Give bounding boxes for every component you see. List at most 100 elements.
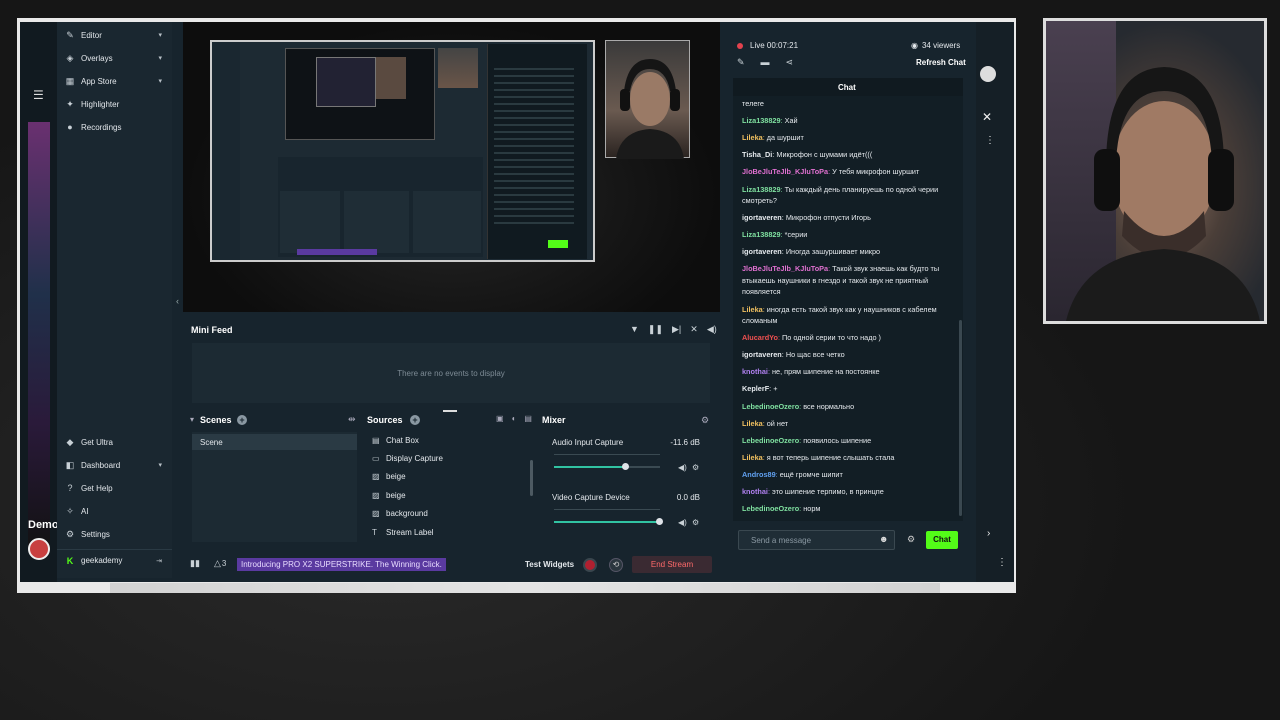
pause-icon[interactable]: ❚❚ xyxy=(648,324,663,335)
sidebar-item-dashboard[interactable]: ◧ Dashboard ▾ xyxy=(57,454,172,476)
menu-icon[interactable]: ☰ xyxy=(33,88,44,102)
chat-username[interactable]: Lileka xyxy=(742,133,763,142)
promo-banner[interactable]: Introducing PRO X2 SUPERSTRIKE. The Winn… xyxy=(237,558,446,571)
scene-item[interactable]: Scene xyxy=(192,434,357,450)
source-item[interactable]: ▤ Chat Box xyxy=(372,434,522,446)
more-icon[interactable]: ⋮ xyxy=(985,135,995,146)
sidebar-item-recordings[interactable]: ● Recordings xyxy=(57,116,172,138)
chat-username[interactable]: AlucardYo xyxy=(742,333,778,342)
chat-username[interactable]: Lileka xyxy=(742,419,763,428)
chat-username[interactable]: JloBeJluTeJlb_KJluToPa xyxy=(742,167,828,176)
sidebar-item-get-help[interactable]: ? Get Help xyxy=(57,477,172,499)
chat-username[interactable]: knothai xyxy=(742,487,768,496)
avatar[interactable] xyxy=(28,538,50,560)
chat-username[interactable]: LebedinoeOzero xyxy=(742,436,799,445)
nested-preview xyxy=(316,57,376,107)
kick-logo-icon: K xyxy=(66,555,74,566)
send-chat-button[interactable]: Chat xyxy=(926,531,958,549)
chat-username[interactable]: JloBeJluTeJlb_KJluToPa xyxy=(742,264,828,273)
chevron-down-icon[interactable]: ▾ xyxy=(158,461,162,469)
source-item[interactable]: ▨ background xyxy=(372,508,522,520)
chat-username[interactable]: KeplerF xyxy=(742,384,769,393)
logout-icon[interactable]: ⇥ xyxy=(156,557,162,565)
chat-username[interactable]: LebedinoeOzero xyxy=(742,402,799,411)
gear-icon[interactable]: ⚙ xyxy=(692,463,699,472)
test-widgets-label[interactable]: Test Widgets xyxy=(525,560,574,569)
add-scene-icon[interactable]: + xyxy=(237,415,247,425)
sidebar-item-ai[interactable]: ✧ AI xyxy=(57,500,172,522)
skip-icon[interactable]: ▶| xyxy=(672,324,681,335)
edit-icon[interactable]: ✎ xyxy=(737,57,745,68)
source-item[interactable]: T Stream Label xyxy=(372,526,522,538)
chat-scrollbar[interactable] xyxy=(959,320,962,516)
chat-username[interactable]: LebedinoeOzero xyxy=(742,504,799,513)
chat-message: LebedinoeOzero: появилось шипение xyxy=(742,435,947,447)
chat-username[interactable]: igortaveren xyxy=(742,213,782,222)
sidebar-item-settings[interactable]: ⚙ Settings xyxy=(57,523,172,545)
collapse-sidebar-icon[interactable]: ‹ xyxy=(176,296,179,306)
sidebar-item-highlighter[interactable]: ✦ Highlighter xyxy=(57,93,172,115)
chat-text: все нормально xyxy=(803,401,855,411)
rec-icon[interactable] xyxy=(583,558,597,572)
folder-icon[interactable]: ▤ xyxy=(524,414,532,423)
source-item[interactable]: ▨ beige xyxy=(372,471,522,483)
sidebar-item-overlays[interactable]: ◈ Overlays ▾ xyxy=(57,47,172,69)
close-icon[interactable]: ✕ xyxy=(982,110,992,124)
add-source-icon[interactable]: + xyxy=(410,415,420,425)
gear-icon[interactable]: ⚙ xyxy=(692,518,699,527)
source-item[interactable]: ▨ beige xyxy=(372,489,522,501)
profile-avatar[interactable] xyxy=(980,66,996,82)
end-stream-button[interactable]: End Stream xyxy=(632,556,712,573)
chevron-down-icon[interactable]: ▾ xyxy=(158,54,162,62)
visibility-icon[interactable]: ◐ xyxy=(512,414,517,423)
mixer-settings-icon[interactable]: ⚙ xyxy=(701,415,709,426)
chat-username[interactable]: Lileka xyxy=(742,453,763,462)
chat-username[interactable]: Tisha_Di xyxy=(742,150,772,159)
sidebar-item-app-store[interactable]: ▦ App Store ▾ xyxy=(57,70,172,92)
account-switcher[interactable]: Kgeekademy ⇥ xyxy=(57,549,172,571)
stats-icon[interactable]: ▮▮ xyxy=(190,558,200,569)
chat-username[interactable]: Liza138829 xyxy=(742,116,781,125)
scenes-chevron-icon[interactable]: ▾ xyxy=(190,415,194,424)
sidebar-item-get-ultra[interactable]: ◆ Get Ultra xyxy=(57,431,172,453)
scene-transitions-icon[interactable]: ⇹ xyxy=(348,414,356,425)
mixer-channel: Video Capture Device 0.0 dB ◀) ⚙ xyxy=(552,493,702,543)
volume-knob[interactable] xyxy=(656,518,663,525)
emoji-icon[interactable]: ☻ xyxy=(879,534,888,544)
sources-scrollbar[interactable] xyxy=(530,460,533,496)
volume-knob[interactable] xyxy=(622,463,629,470)
sidebar: ✎ Editor ▾ ◈ Overlays ▾ ▦ App Store ▾ ✦ Highlighte… xyxy=(57,22,172,578)
replay-icon[interactable]: ⟲ xyxy=(609,558,623,572)
chat-username[interactable]: igortaveren xyxy=(742,247,782,256)
volume-icon[interactable]: ◀) xyxy=(707,324,717,335)
sidebar-item-label: Dashboard xyxy=(81,460,121,470)
source-item[interactable]: ▭ Display Capture xyxy=(372,452,522,464)
chat-username[interactable]: Lileka xyxy=(742,305,763,314)
sidebar-item-editor[interactable]: ✎ Editor ▾ xyxy=(57,24,172,46)
chat-input[interactable]: Send a message ☻ xyxy=(738,530,895,550)
chat-username[interactable]: knothai xyxy=(742,367,768,376)
mute-alerts-icon[interactable]: ✕ xyxy=(690,324,698,335)
chat-username[interactable]: Andros89 xyxy=(742,470,776,479)
chevron-down-icon[interactable]: ▾ xyxy=(158,77,162,85)
chat-settings-icon[interactable]: ⚙ xyxy=(907,534,915,545)
chat-username[interactable]: Liza138829 xyxy=(742,185,781,194)
chevron-right-icon-2[interactable]: › xyxy=(987,528,990,539)
browser-right-strip: ✕ ⋮ › ⋮ xyxy=(976,22,1014,582)
clapper-icon[interactable]: ▬ xyxy=(761,57,770,68)
warning-icon: △ xyxy=(214,558,221,568)
share-icon[interactable]: ⋖ xyxy=(786,57,794,68)
chat-text: Хай xyxy=(784,116,798,126)
sources-toolbar: ▣ ◐ ▤ xyxy=(496,414,532,423)
chat-username[interactable]: igortaveren xyxy=(742,350,782,359)
more-icon-2[interactable]: ⋮ xyxy=(997,557,1007,568)
filter-icon[interactable]: ▼ xyxy=(630,324,639,335)
speaker-icon[interactable]: ◀) xyxy=(678,463,687,472)
chevron-down-icon[interactable]: ▾ xyxy=(158,31,162,39)
sidebar-item-label: Get Ultra xyxy=(81,437,114,447)
chat-username[interactable]: Liza138829 xyxy=(742,230,781,239)
folder-add-icon[interactable]: ▣ xyxy=(496,414,504,423)
speaker-icon[interactable]: ◀) xyxy=(678,518,687,527)
alerts-indicator[interactable]: △ 3 xyxy=(214,558,226,569)
refresh-chat-button[interactable]: Refresh Chat xyxy=(916,58,966,67)
